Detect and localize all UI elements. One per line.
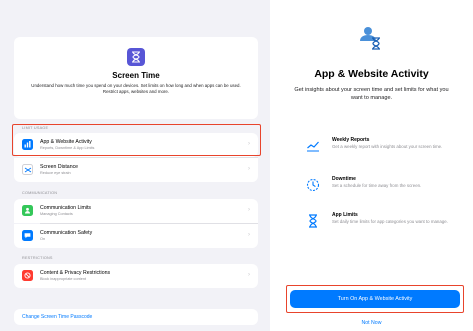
modal-subtitle: Get insights about your screen time and …: [294, 87, 449, 101]
page-description: Understand how much time you spend on yo…: [31, 83, 241, 95]
feature-app-limits: App Limits Set daily time limits for app…: [306, 212, 466, 236]
chevron-right-icon: ›: [248, 166, 250, 172]
row-title: Communication Limits: [40, 205, 92, 211]
chevron-right-icon: ›: [248, 272, 250, 278]
chevron-right-icon: ›: [248, 207, 250, 213]
turn-on-activity-button[interactable]: Turn On App & Website Activity: [290, 290, 460, 308]
feature-title: Downtime: [332, 176, 356, 182]
screen-time-header-card: Screen Time Understand how much time you…: [14, 37, 258, 119]
feature-description: Get a weekly report with insights about …: [332, 144, 443, 149]
feature-weekly-reports: Weekly Reports Get a weekly report with …: [306, 137, 466, 161]
feature-title: App Limits: [332, 212, 358, 218]
chevron-right-icon: ›: [248, 232, 250, 238]
feature-title: Weekly Reports: [332, 137, 370, 143]
person-bubble-icon: [22, 205, 33, 216]
row-title: Content & Privacy Restrictions: [40, 270, 111, 276]
row-title: Communication Safety: [40, 230, 93, 236]
feature-description: Set daily time limits for app categories…: [332, 219, 448, 224]
row-subtitle: Block inappropriate content: [40, 277, 87, 281]
person-hourglass-icon: [360, 26, 382, 50]
feature-description: Set a schedule for time away from the sc…: [332, 183, 422, 188]
highlight-box: [12, 124, 261, 156]
change-passcode-link[interactable]: Change Screen Time Passcode: [22, 314, 92, 320]
modal-title: App & Website Activity: [314, 68, 429, 80]
change-passcode-row[interactable]: Change Screen Time Passcode: [14, 309, 258, 325]
screen-time-settings-panel: Screen Time Understand how much time you…: [0, 0, 270, 331]
bubble-icon: [22, 230, 33, 241]
screen-distance-row[interactable]: Screen Distance Reduce eye strain ›: [14, 158, 258, 182]
page-title: Screen Time: [112, 71, 160, 80]
row-subtitle: On: [40, 237, 46, 241]
row-subtitle: Reduce eye strain: [40, 171, 71, 175]
moon-clock-icon: [306, 178, 320, 192]
section-label-restrictions: RESTRICTIONS: [22, 256, 53, 260]
no-entry-icon: [22, 270, 33, 281]
not-now-button[interactable]: Not Now: [270, 320, 473, 326]
hourglass-icon: [306, 214, 320, 228]
row-title: Screen Distance: [40, 164, 79, 170]
trend-chart-icon: [306, 139, 320, 153]
hourglass-icon: [127, 48, 145, 66]
communication-limits-row[interactable]: Communication Limits Managing Contacts ›: [14, 199, 258, 223]
communication-safety-row[interactable]: Communication Safety On ›: [14, 224, 258, 248]
app-website-activity-panel: App & Website Activity Get insights abou…: [270, 0, 473, 331]
distance-icon: [22, 164, 33, 175]
content-privacy-restrictions-row[interactable]: Content & Privacy Restrictions Block ina…: [14, 264, 258, 288]
section-label-communication: COMMUNICATION: [22, 191, 58, 195]
row-subtitle: Managing Contacts: [40, 212, 73, 216]
feature-downtime: Downtime Set a schedule for time away fr…: [306, 176, 466, 200]
